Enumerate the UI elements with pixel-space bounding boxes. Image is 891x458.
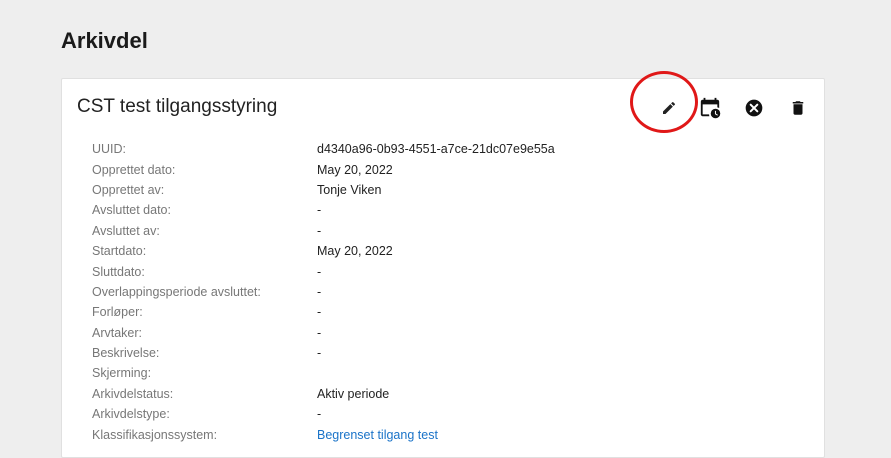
property-label: Arvtaker: [92, 325, 143, 340]
property-label: Opprettet dato: [92, 162, 176, 177]
property-label: Avsluttet dato: [92, 203, 171, 218]
property-label: Opprettet av: [92, 182, 165, 197]
edit-icon [663, 101, 676, 114]
property-row-opprettet-dato: Opprettet dato: May 20, 2022 [92, 159, 792, 179]
property-row-uuid: UUID: d4340a96-0b93-4551-a7ce-21dc07e9e5… [92, 139, 792, 159]
property-value: - [317, 305, 322, 320]
arkivdel-card: CST test tilgangsstyring UUID: d4340a96-… [61, 71, 825, 458]
property-label: Sluttdato: [92, 264, 145, 279]
property-label: Skjerming: [92, 366, 152, 381]
property-value: - [317, 325, 322, 340]
property-label: UUID: [92, 142, 127, 157]
property-label: Overlappingsperiode avsluttet: [92, 284, 261, 299]
property-value: - [317, 284, 322, 299]
property-label: Klassifikasjonssystem: [92, 427, 218, 442]
close-circle-icon [745, 99, 763, 117]
property-label: Startdato: [92, 244, 147, 259]
property-row-opprettet-av: Opprettet av: Tonje Viken [92, 180, 792, 200]
property-row-arkivdelstype: Arkivdelstype: - [92, 404, 792, 424]
property-label: Arkivdelstype: [92, 407, 170, 422]
property-label: Beskrivelse: [92, 346, 160, 361]
property-row-arkivdelstatus: Arkivdelstatus: Aktiv periode [92, 384, 792, 404]
property-value: Tonje Viken [317, 182, 382, 197]
property-value: - [317, 203, 322, 218]
card-title: CST test tilgangsstyring [77, 96, 278, 117]
delete-button[interactable] [787, 97, 809, 119]
property-value: - [317, 407, 322, 422]
property-row-beskrivelse: Beskrivelse: - [92, 343, 792, 363]
property-value: May 20, 2022 [317, 244, 393, 259]
property-row-overlappingsperiode: Overlappingsperiode avsluttet: - [92, 282, 792, 302]
property-value: Aktiv periode [317, 386, 390, 401]
klassifikasjonssystem-link[interactable]: Begrenset tilgang test [317, 428, 438, 442]
property-value: - [317, 264, 322, 279]
edit-button[interactable] [658, 97, 680, 119]
close-button[interactable] [743, 97, 765, 119]
property-label: Arkivdelstatus: [92, 386, 174, 401]
property-value: d4340a96-0b93-4551-a7ce-21dc07e9e55a [317, 142, 555, 157]
property-row-avsluttet-dato: Avsluttet dato: - [92, 200, 792, 220]
trash-icon [792, 101, 804, 115]
card-actions [658, 97, 809, 119]
properties-list: UUID: d4340a96-0b93-4551-a7ce-21dc07e9e5… [92, 139, 792, 445]
property-value: May 20, 2022 [317, 162, 393, 177]
property-row-avsluttet-av: Avsluttet av: - [92, 221, 792, 241]
calendar-clock-icon [700, 97, 721, 119]
property-label: Avsluttet av: [92, 223, 160, 238]
property-value: - [317, 223, 322, 238]
property-label: Forløper: [92, 305, 143, 320]
property-row-arvtaker: Arvtaker: - [92, 323, 792, 343]
page-title: Arkivdel [61, 28, 148, 53]
property-row-skjerming: Skjerming: [92, 363, 792, 383]
schedule-button[interactable] [699, 97, 721, 119]
property-row-klassifikasjonssystem: Klassifikasjonssystem: Begrenset tilgang… [92, 424, 792, 444]
property-row-forloper: Forløper: - [92, 302, 792, 322]
property-row-sluttdato: Sluttdato: - [92, 261, 792, 281]
property-value: - [317, 346, 322, 361]
property-row-startdato: Startdato: May 20, 2022 [92, 241, 792, 261]
